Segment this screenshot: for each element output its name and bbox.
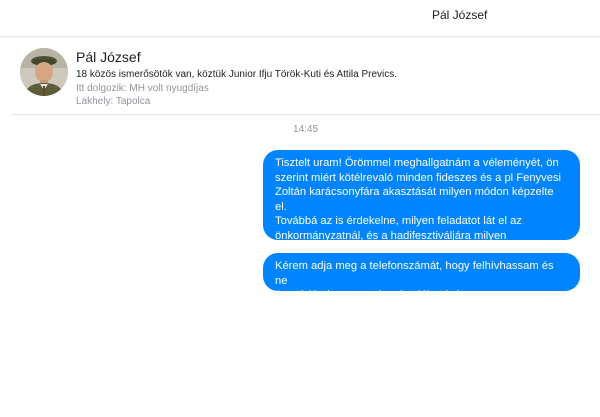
profile-name[interactable]: Pál József — [76, 49, 141, 65]
work-info: Itt dolgozik: MH volt nyugdíjas — [76, 83, 209, 94]
message-line: önkormányzatnál, és a hadifesztiváljára … — [275, 229, 507, 242]
user-photo-icon — [20, 48, 68, 96]
conversation-header: Pál József — [0, 0, 600, 37]
message-line: Továbbá az is érdekelne, milyen feladato… — [275, 215, 522, 228]
message-timestamp: 14:45 — [293, 124, 319, 135]
message-line: Zoltán karácsonyfára akasztását milyen m… — [275, 186, 554, 213]
mutual-friends-text: 18 közös ismerősötök van, köztük Junior … — [76, 69, 398, 80]
conversation-title[interactable]: Pál József — [432, 8, 487, 22]
message-line: Tisztelt uram! Örömmel meghallgatnám a v… — [275, 157, 559, 169]
profile-divider — [11, 114, 600, 115]
profile-avatar[interactable] — [20, 48, 68, 96]
message-line: Kérem adja meg a telefonszámát, hogy fel… — [275, 260, 554, 287]
location-info: Lakhely: Tapolca — [76, 96, 151, 107]
message-bubble[interactable]: Kérem adja meg a telefonszámát, hogy fel… — [263, 253, 580, 301]
message-line: ügyvédért kuncsorogjon, jutalékot ígérve… — [275, 289, 479, 302]
message-bubble[interactable]: Tisztelt uram! Örömmel meghallgatnám a v… — [263, 150, 580, 257]
message-line: szerint miért kötélrevaló minden fidesze… — [275, 171, 562, 184]
